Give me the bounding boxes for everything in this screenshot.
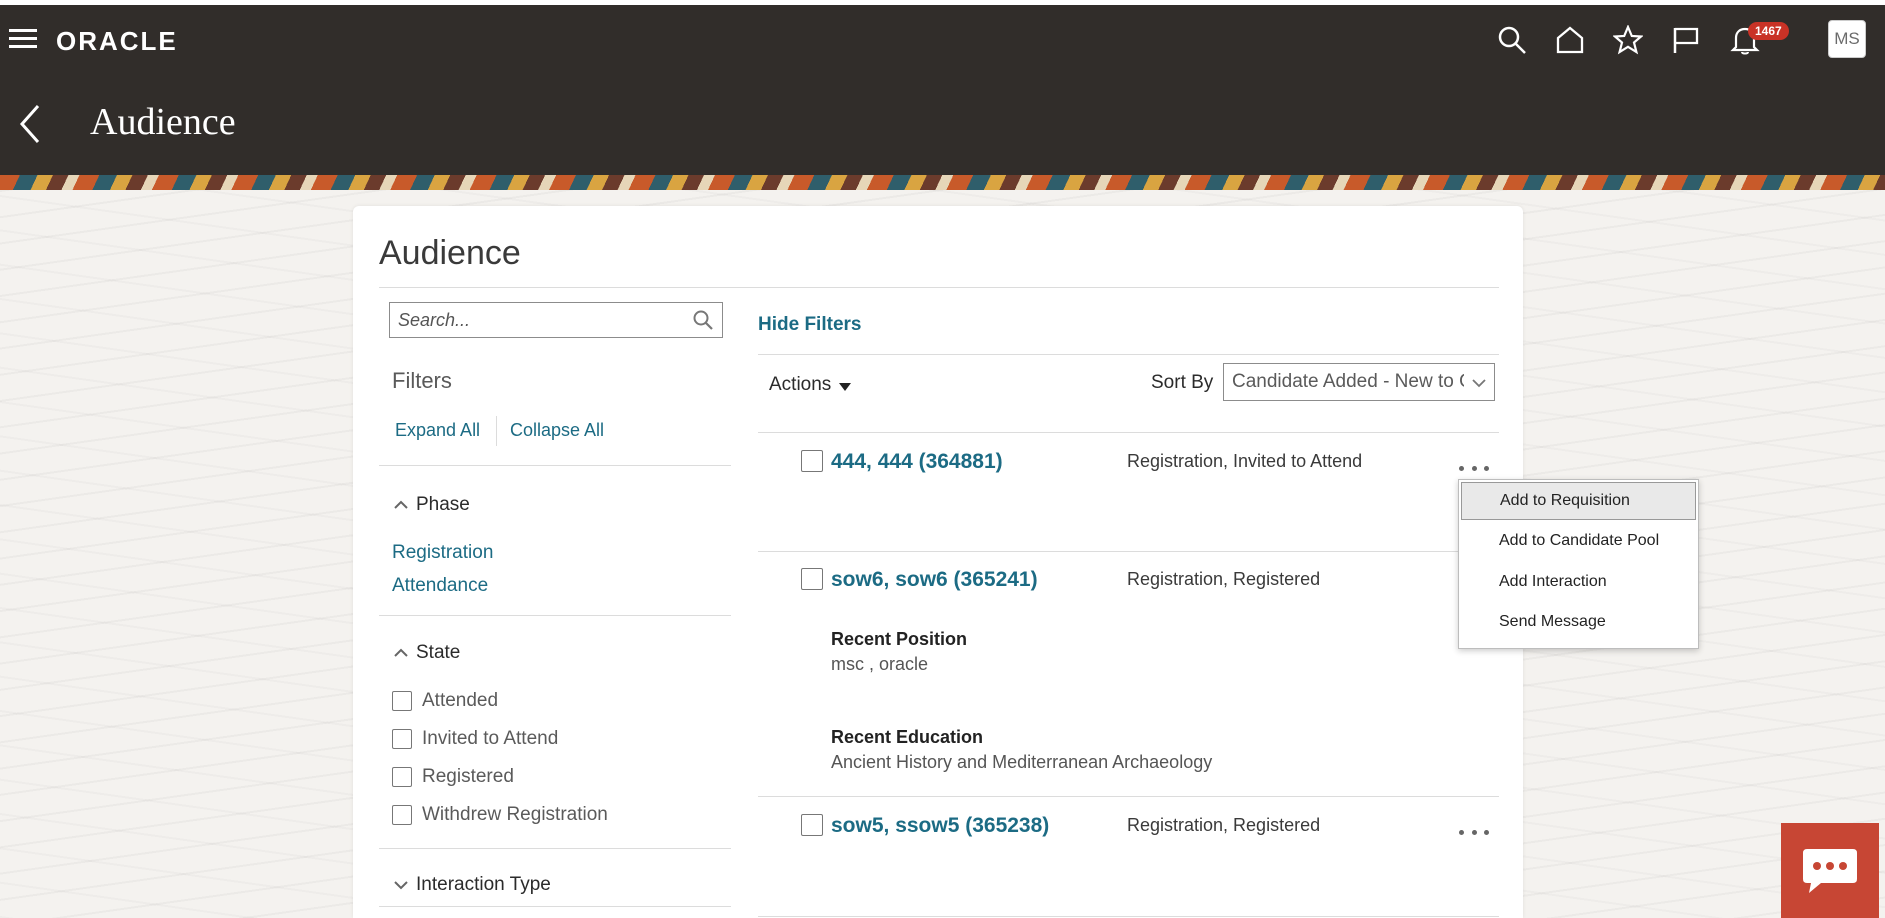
menu-item-add-to-candidate-pool[interactable]: Add to Candidate Pool [1461, 522, 1696, 560]
checkbox-label: Invited to Attend [422, 728, 559, 749]
caret-down-icon [839, 382, 852, 391]
divider [758, 354, 1499, 355]
recent-position-label: Recent Position [831, 629, 968, 649]
favorites-star-icon[interactable] [1610, 22, 1646, 58]
expand-all-link[interactable]: Expand All [395, 420, 480, 441]
candidate-name-link[interactable]: sow5, ssow5 (365238) [831, 814, 1049, 838]
checkbox[interactable] [392, 691, 412, 711]
state-filter-attended[interactable]: Attended [392, 690, 498, 712]
sort-by-select[interactable]: Candidate Added - New to Old [1223, 363, 1495, 401]
recent-position-value: msc , oracle [831, 654, 929, 674]
user-avatar[interactable]: MS [1828, 20, 1866, 58]
back-arrow-icon[interactable] [12, 102, 48, 146]
checkbox-label: Attended [422, 690, 499, 711]
checkbox-label: Withdrew Registration [422, 804, 608, 825]
oracle-logo[interactable]: ORACLE [56, 26, 178, 57]
divider [758, 551, 1499, 552]
checkbox[interactable] [392, 805, 412, 825]
phase-section-title: Phase [416, 494, 470, 515]
candidate-name-link[interactable]: 444, 444 (364881) [831, 450, 1003, 474]
filters-heading: Filters [392, 368, 452, 393]
interaction-type-section-title: Interaction Type [416, 874, 551, 895]
divider [758, 796, 1499, 797]
menu-item-add-to-requisition[interactable]: Add to Requisition [1461, 482, 1696, 520]
candidate-status: Registration, Registered [1127, 815, 1321, 835]
divider [758, 432, 1499, 433]
state-filter-invited[interactable]: Invited to Attend [392, 728, 558, 750]
card-title: Audience [379, 234, 521, 272]
audience-card: Audience Hide Filters Filters Expand All… [353, 206, 1523, 918]
divider [379, 906, 731, 907]
phase-filter-attendance[interactable]: Attendance [392, 575, 488, 597]
recent-education-label: Recent Education [831, 727, 984, 747]
candidate-checkbox[interactable] [801, 450, 823, 472]
divider [379, 287, 1499, 288]
actions-menu-button[interactable]: Actions [769, 374, 852, 396]
divider [758, 916, 1499, 917]
candidate-status: Registration, Registered [1127, 569, 1321, 589]
chevron-up-icon [394, 500, 408, 509]
hamburger-menu-icon[interactable] [8, 24, 38, 54]
divider [379, 465, 731, 466]
home-icon[interactable] [1552, 22, 1588, 58]
chevron-up-icon [394, 648, 408, 657]
search-icon[interactable] [692, 309, 716, 333]
checkbox[interactable] [392, 767, 412, 787]
more-options-icon[interactable] [1459, 461, 1489, 475]
phase-section-toggle[interactable]: Phase [392, 494, 470, 516]
recent-education-value: Ancient History and Mediterranean Archae… [831, 752, 1213, 772]
more-options-icon[interactable] [1459, 825, 1489, 839]
flag-icon[interactable] [1668, 22, 1704, 58]
phase-filter-registration[interactable]: Registration [392, 542, 493, 564]
chevron-down-icon [394, 881, 408, 890]
chat-bubble-icon [1803, 848, 1857, 893]
global-header [0, 5, 1885, 175]
candidate-name-link[interactable]: sow6, sow6 (365241) [831, 568, 1038, 592]
interaction-type-section-toggle[interactable]: Interaction Type [392, 874, 551, 896]
sort-by-label: Sort By [1151, 372, 1214, 393]
candidate-status: Registration, Invited to Attend [1127, 451, 1363, 471]
divider [379, 615, 731, 616]
sort-by-value: Candidate Added - New to Old [1232, 371, 1464, 392]
menu-item-add-interaction[interactable]: Add Interaction [1461, 563, 1696, 601]
state-section-title: State [416, 642, 461, 663]
state-filter-withdrew[interactable]: Withdrew Registration [392, 804, 608, 826]
search-icon[interactable] [1494, 22, 1530, 58]
candidate-checkbox[interactable] [801, 814, 823, 836]
page-title: Audience [90, 101, 236, 143]
search-input[interactable] [390, 303, 696, 337]
hide-filters-link[interactable]: Hide Filters [758, 314, 861, 336]
state-filter-registered[interactable]: Registered [392, 766, 514, 788]
chat-button[interactable] [1781, 823, 1879, 918]
state-section-toggle[interactable]: State [392, 642, 460, 664]
decorative-band [0, 175, 1885, 190]
checkbox[interactable] [392, 729, 412, 749]
divider [496, 416, 497, 446]
divider [379, 848, 731, 849]
checkbox-label: Registered [422, 766, 514, 787]
search-box [389, 302, 723, 338]
actions-label: Actions [769, 374, 832, 395]
collapse-all-link[interactable]: Collapse All [510, 420, 604, 441]
chevron-down-icon [1472, 379, 1486, 388]
notification-badge: 1467 [1748, 22, 1789, 40]
candidate-checkbox[interactable] [801, 568, 823, 590]
menu-item-send-message[interactable]: Send Message [1461, 603, 1696, 641]
candidate-actions-menu: Add to Requisition Add to Candidate Pool… [1458, 479, 1699, 649]
